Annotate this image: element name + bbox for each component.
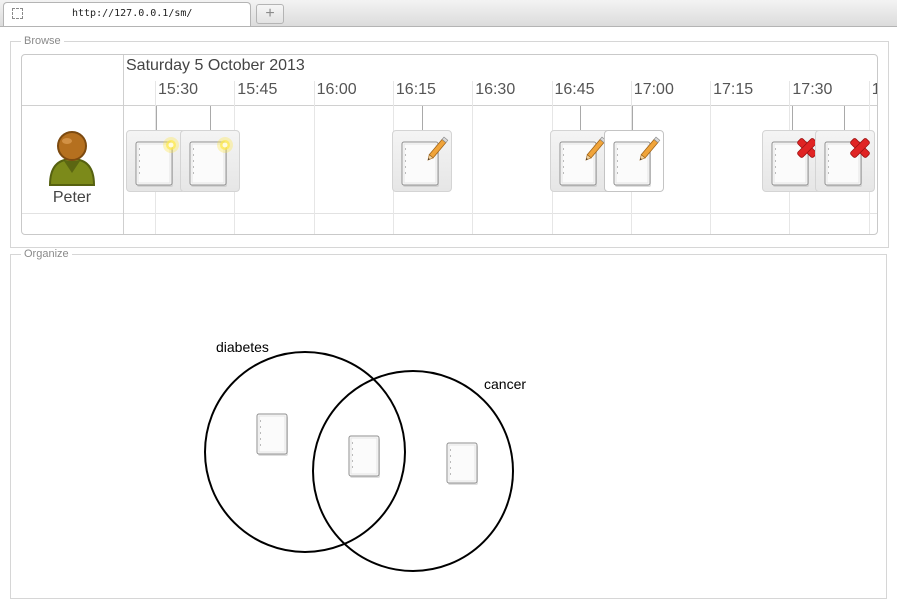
venn-document[interactable] [438, 433, 486, 494]
venn-document[interactable] [340, 426, 388, 487]
set-label-diabetes: diabetes [216, 339, 269, 355]
document-icon [248, 413, 296, 464]
document-icon [340, 435, 388, 486]
venn-diagram [204, 351, 514, 572]
document-icon [438, 442, 486, 493]
venn-document[interactable] [248, 404, 296, 465]
set-label-cancer: cancer [484, 376, 527, 392]
